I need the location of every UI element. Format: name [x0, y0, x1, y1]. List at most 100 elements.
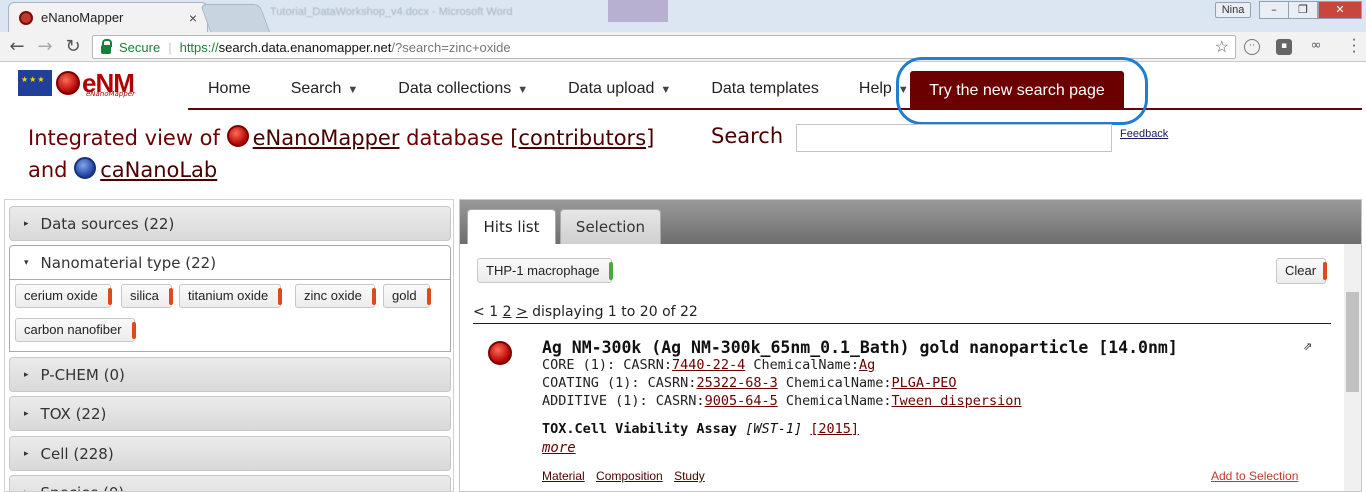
- composition-link[interactable]: Composition: [596, 469, 663, 483]
- reload-icon[interactable]: ↻: [62, 37, 84, 57]
- scrollbar-thumb[interactable]: [1346, 292, 1359, 392]
- page-heading: Integrated view of eNanoMapper database …: [28, 122, 708, 186]
- facet-tox[interactable]: ▸ TOX (22): [9, 396, 451, 431]
- logo-subtext: eNanoMapper: [86, 90, 135, 98]
- external-link-icon[interactable]: ⇗: [1303, 340, 1312, 353]
- nav-data-collections-label: Data collections: [398, 80, 512, 97]
- pager: < 1 2 > displaying 1 to 20 of 22: [473, 304, 698, 320]
- nanoparticle-logo-icon: [56, 71, 80, 95]
- browser-toolbar: ← → ↻ Secure | https:// search.data.enan…: [0, 32, 1366, 62]
- tab-title: eNanoMapper: [41, 10, 124, 25]
- site-search-input[interactable]: [796, 124, 1112, 152]
- browser-new-tab[interactable]: [199, 4, 271, 32]
- nav-search-label: Search: [290, 80, 342, 97]
- pager-divider: [473, 323, 1331, 324]
- clear-filters-button[interactable]: Clear: [1276, 258, 1327, 284]
- feedback-link[interactable]: Feedback: [1120, 128, 1168, 140]
- coating-casrn-link[interactable]: 25322-68-3: [696, 375, 777, 391]
- more-link[interactable]: more: [542, 440, 576, 456]
- extension-circle-icon[interactable]: ··: [1244, 39, 1260, 55]
- result-links: Material Composition Study: [542, 469, 713, 483]
- core-chemical-link[interactable]: Ag: [859, 357, 875, 373]
- pager-status: displaying 1 to 20 of 22: [532, 304, 698, 320]
- chip-gold[interactable]: gold: [383, 284, 431, 308]
- address-separator: |: [168, 39, 172, 55]
- facet-label: P-CHEM (0): [40, 365, 125, 384]
- heading-prefix: Integrated view of: [28, 126, 220, 150]
- facet-label: Data sources (22): [40, 214, 175, 233]
- expand-triangle-icon: ▸: [24, 369, 29, 380]
- coating-cn-label: ChemicalName:: [777, 375, 892, 391]
- background-window-title: Tutorial_DataWorkshop_v4.docx - Microsof…: [270, 6, 513, 18]
- results-panel: Hits list Selection THP-1 macrophage Cle…: [459, 199, 1362, 492]
- nanoparticle-result-icon: [488, 341, 512, 365]
- study-link[interactable]: Study: [674, 469, 705, 483]
- nav-search[interactable]: Search ▼: [271, 80, 379, 98]
- cananolab-link[interactable]: caNanoLab: [100, 158, 217, 182]
- result-coating-line: COATING (1): CASRN:25322-68-3 ChemicalNa…: [542, 375, 957, 391]
- study-year-link[interactable]: [2015]: [810, 421, 859, 437]
- eu-flag-icon: [18, 70, 52, 96]
- additive-cn-label: ChemicalName:: [777, 393, 892, 409]
- pager-page-2[interactable]: 2: [503, 304, 512, 320]
- address-bar[interactable]: Secure | https:// search.data.enanomappe…: [92, 35, 1236, 59]
- additive-chemical-link[interactable]: Tween dispersion: [892, 393, 1022, 409]
- extension-link-icon[interactable]: ∞: [1308, 39, 1324, 55]
- pager-page-1: 1: [489, 304, 499, 320]
- additive-casrn-link[interactable]: 9005-64-5: [705, 393, 778, 409]
- url-host: search.data.enanomapper.net: [218, 39, 392, 55]
- nav-home[interactable]: Home: [188, 80, 271, 98]
- add-to-selection-link[interactable]: Add to Selection: [1211, 469, 1298, 483]
- contributors-link[interactable]: [contributors]: [510, 126, 654, 150]
- caret-down-icon: ▼: [347, 84, 359, 96]
- expand-triangle-icon: ▸: [24, 488, 29, 492]
- nav-data-upload[interactable]: Data upload ▼: [548, 80, 691, 98]
- extension-square-icon[interactable]: ▪: [1276, 39, 1292, 55]
- expand-triangle-icon: ▸: [24, 218, 29, 229]
- nav-data-upload-label: Data upload: [568, 80, 655, 97]
- material-link[interactable]: Material: [542, 469, 585, 483]
- tab-hits-list[interactable]: Hits list: [467, 209, 556, 244]
- nav-data-templates[interactable]: Data templates: [691, 80, 839, 98]
- coating-chemical-link[interactable]: PLGA-PEO: [892, 375, 957, 391]
- browser-tab-enanomapper[interactable]: eNanoMapper ×: [8, 2, 208, 32]
- bookmark-star-icon[interactable]: ☆: [1215, 37, 1229, 57]
- facet-panel: ▸ Data sources (22) ▾ Nanomaterial type …: [4, 199, 454, 492]
- background-window-chip: [608, 0, 668, 22]
- active-filter-chip[interactable]: THP-1 macrophage: [477, 258, 614, 283]
- result-title: Ag NM-300k (Ag NM-300k_65nm_0.1_Bath) go…: [542, 338, 1178, 357]
- window-close-button[interactable]: ✕: [1318, 1, 1362, 19]
- additive-prefix: ADDITIVE (1): CASRN:: [542, 393, 705, 409]
- tab-selection[interactable]: Selection: [560, 209, 661, 244]
- chip-cerium-oxide[interactable]: cerium oxide: [15, 284, 112, 308]
- chip-zinc-oxide[interactable]: zinc oxide: [295, 284, 376, 308]
- browser-menu-icon[interactable]: · · ·: [1348, 33, 1360, 60]
- facet-cell[interactable]: ▸ Cell (228): [9, 436, 451, 471]
- core-casrn-link[interactable]: 7440-22-4: [672, 357, 745, 373]
- results-scrollbar[interactable]: [1344, 244, 1361, 491]
- window-maximize-button[interactable]: ❐: [1288, 1, 1318, 19]
- chip-carbon-nanofiber[interactable]: carbon nanofiber: [15, 318, 136, 342]
- enanomapper-link[interactable]: eNanoMapper: [253, 126, 400, 150]
- lock-icon: [101, 38, 112, 54]
- facet-nanomaterial-type[interactable]: ▾ Nanomaterial type (22): [9, 245, 451, 280]
- facet-species[interactable]: ▸ Species (0): [9, 475, 451, 492]
- enanomapper-logo[interactable]: eNM eNanoMapper: [18, 70, 135, 98]
- forward-arrow-icon[interactable]: →: [34, 37, 56, 57]
- tab-close-icon[interactable]: ×: [189, 10, 197, 26]
- study-method: [WST-1]: [745, 421, 803, 437]
- pager-prev[interactable]: <: [473, 304, 485, 320]
- heading-database-word: database: [406, 126, 504, 150]
- nav-data-collections[interactable]: Data collections ▼: [378, 80, 548, 98]
- facet-pchem[interactable]: ▸ P-CHEM (0): [9, 357, 451, 392]
- url-scheme: https://: [179, 39, 219, 55]
- back-arrow-icon[interactable]: ←: [6, 37, 28, 57]
- study-name: TOX.Cell Viability Assay: [542, 421, 738, 437]
- window-minimize-button[interactable]: –: [1259, 1, 1289, 19]
- chip-silica[interactable]: silica: [121, 284, 173, 308]
- profile-user-chip[interactable]: Nina: [1215, 2, 1251, 18]
- chip-titanium-oxide[interactable]: titanium oxide: [179, 284, 283, 308]
- facet-label: TOX (22): [40, 404, 107, 423]
- facet-data-sources[interactable]: ▸ Data sources (22): [9, 206, 451, 241]
- pager-next[interactable]: >: [516, 304, 528, 320]
